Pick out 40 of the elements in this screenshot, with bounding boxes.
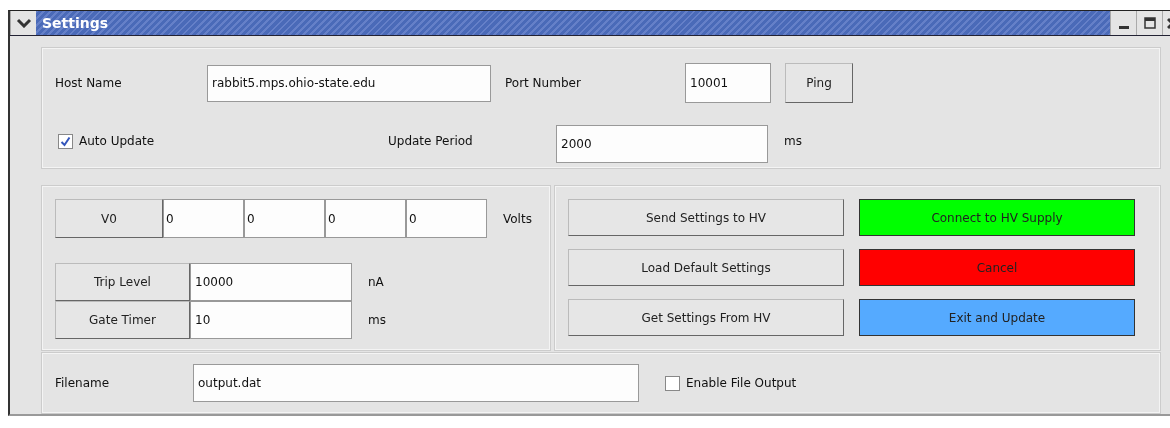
limit-field[interactable]: 10000 [190, 263, 352, 301]
action-button[interactable]: Get Settings From HV [568, 299, 844, 336]
maximize-icon [1143, 17, 1156, 29]
port-number-label: Port Number [505, 76, 582, 90]
limit-button[interactable]: Gate Timer [55, 301, 190, 339]
minimize-button[interactable] [1110, 11, 1136, 35]
window-menu-button[interactable] [10, 11, 36, 35]
chevron-down-icon [15, 18, 32, 28]
limit-button[interactable]: Trip Level [55, 263, 190, 301]
maximize-button[interactable] [1136, 11, 1162, 35]
voltage-field[interactable]: 0 [244, 199, 325, 238]
update-period-label: Update Period [388, 134, 474, 148]
unit-label: ms [784, 134, 802, 148]
action-button[interactable]: Send Settings to HV [568, 199, 844, 236]
unit-label: nA [368, 275, 384, 289]
v0-button[interactable]: V0 [55, 199, 163, 238]
ping-button[interactable]: Ping [785, 63, 853, 103]
action-button[interactable]: Cancel [859, 249, 1135, 286]
filename-label: Filename [55, 376, 111, 390]
enable-file-output-label: Enable File Output [686, 376, 797, 390]
voltage-field[interactable]: 0 [406, 199, 487, 238]
unit-label: Volts [503, 211, 532, 226]
action-button[interactable]: Exit and Update [859, 299, 1135, 336]
voltage-field[interactable]: 0 [163, 199, 244, 238]
unit-label: ms [368, 313, 386, 327]
limit-field[interactable]: 10 [190, 301, 352, 339]
window-title: Settings [41, 15, 110, 31]
host-name-field[interactable]: rabbit5.mps.ohio-state.edu [207, 64, 491, 102]
auto-update-label: Auto Update [79, 134, 155, 148]
update-period-field[interactable]: 2000 [556, 125, 768, 163]
auto-update-checkbox[interactable] [58, 133, 73, 149]
voltage-field[interactable]: 0 [325, 199, 406, 238]
action-button[interactable]: Connect to HV Supply [859, 199, 1135, 236]
filename-field[interactable]: output.dat [193, 364, 639, 402]
action-button[interactable]: Load Default Settings [568, 249, 844, 286]
checkmark-icon [60, 135, 71, 147]
enable-file-output-checkbox[interactable] [665, 375, 680, 391]
host-name-label: Host Name [55, 76, 123, 90]
port-number-field[interactable]: 10001 [685, 63, 771, 103]
minimize-icon [1118, 25, 1129, 29]
